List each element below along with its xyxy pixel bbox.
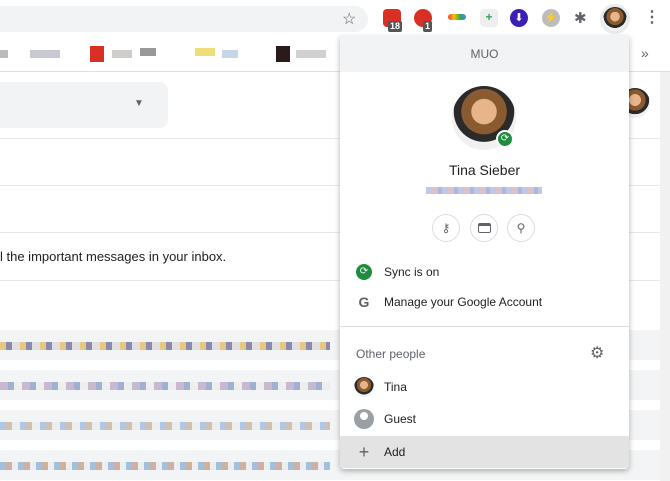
payment-methods-button[interactable]	[470, 214, 498, 242]
inbox-hint-text: l the important messages in your inbox.	[0, 249, 227, 264]
person-item-tina[interactable]: Tina	[340, 371, 629, 403]
hand-extension-icon[interactable]: 1	[414, 9, 433, 32]
search-options-dropdown-icon[interactable]: ▼	[134, 98, 144, 109]
add-person-button[interactable]: + Add	[340, 436, 629, 468]
location-pin-icon: ⚲	[516, 221, 526, 235]
manage-google-account-item[interactable]: G Manage your Google Account	[340, 286, 629, 318]
passwords-key-button[interactable]: ⚷	[432, 214, 460, 242]
other-people-heading: Other people	[356, 347, 426, 361]
mail-search-box[interactable]: ▼	[0, 82, 168, 128]
profile-menu: MUO ⟳ Tina Sieber ⚷ ⚲ ⟳ Sync is on G Man…	[340, 36, 629, 469]
profile-email-blurred	[426, 187, 542, 194]
person-item-guest[interactable]: Guest	[340, 403, 629, 435]
guest-person-icon	[354, 409, 374, 429]
plus-doc-extension-icon[interactable]: +	[480, 9, 498, 27]
calendar-extension-icon[interactable]: 18	[383, 9, 403, 32]
scrollbar[interactable]	[660, 72, 670, 481]
download-extension-icon[interactable]: ⬇	[510, 9, 528, 27]
bookmark-star-icon[interactable]: ☆	[342, 9, 356, 29]
google-g-icon: G	[358, 294, 370, 310]
extensions-puzzle-icon[interactable]: ✱	[574, 9, 587, 27]
divider	[340, 326, 629, 327]
profile-name: Tina Sieber	[448, 162, 521, 178]
manage-people-gear-icon[interactable]: ⚙	[590, 343, 604, 363]
plus-icon: +	[358, 441, 370, 462]
addresses-button[interactable]: ⚲	[507, 214, 535, 242]
menu-kebab-icon[interactable]: ⋮	[644, 7, 660, 27]
profile-menu-header: MUO	[340, 36, 629, 72]
bookmarks-overflow-chevron-icon[interactable]: »	[641, 45, 649, 61]
browser-toolbar: ☆ 18 1 + ⬇ ⚡ ✱ ⋮	[0, 0, 670, 36]
tina-avatar	[354, 377, 374, 397]
sync-icon: ⟳	[356, 264, 372, 280]
address-bar[interactable]	[0, 6, 368, 32]
bolt-extension-icon[interactable]: ⚡	[542, 9, 560, 27]
key-icon: ⚷	[441, 221, 451, 235]
profile-avatar-button[interactable]	[603, 7, 627, 31]
rainbow-extension-icon[interactable]	[448, 14, 466, 20]
sync-badge-icon: ⟳	[496, 130, 514, 148]
credit-card-icon	[477, 223, 491, 233]
sync-status-item[interactable]: ⟳ Sync is on	[340, 256, 629, 288]
